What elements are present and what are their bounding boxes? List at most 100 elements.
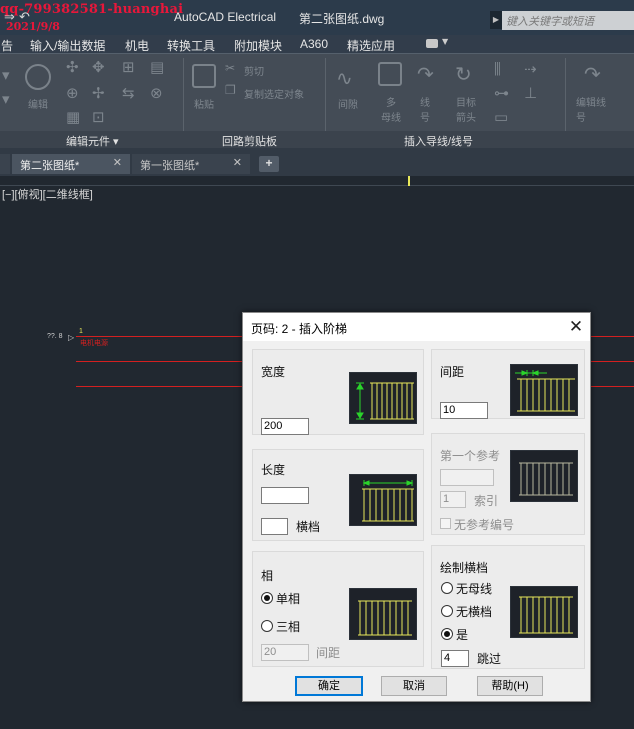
tab-label: 第一张图纸*: [140, 160, 200, 172]
reference-preview: [510, 450, 578, 502]
rung-start-arrow-icon: ▷: [68, 333, 75, 342]
help-button[interactable]: 帮助(H): [477, 676, 543, 696]
width-group: 宽度 200: [252, 349, 424, 435]
wire-number-icon[interactable]: ↷: [417, 64, 434, 84]
skip-field[interactable]: 4: [441, 650, 469, 667]
menu-item-addins[interactable]: 附加模块: [234, 37, 282, 54]
menu-item-featured-apps[interactable]: 精选应用: [347, 37, 395, 54]
no-reference-checkbox[interactable]: [440, 518, 451, 529]
multi-bus-label[interactable]: 多 母线: [380, 94, 402, 124]
gap-icon[interactable]: ∿: [336, 68, 353, 88]
ribbon-scroll-icon[interactable]: ▾: [2, 68, 10, 83]
first-reference-label: 第一个参考: [440, 449, 501, 463]
rungs-label: 横档: [296, 520, 321, 534]
no-rungs-label[interactable]: 无横档: [456, 603, 492, 620]
move-icon[interactable]: ✥: [92, 60, 105, 75]
cancel-button[interactable]: 取消: [381, 676, 447, 696]
close-icon[interactable]: ✕: [233, 156, 242, 169]
edit-label[interactable]: 编辑: [28, 96, 48, 111]
rung-number: 1: [79, 328, 83, 335]
target-arrow-label[interactable]: 目标 箭头: [456, 94, 476, 124]
gap-label[interactable]: 间隙: [338, 96, 358, 111]
spacing-label: 间距: [440, 365, 465, 379]
no-bus-radio[interactable]: [441, 582, 453, 594]
no-bus-label[interactable]: 无母线: [456, 580, 492, 597]
close-icon[interactable]: ✕: [565, 316, 587, 338]
single-phase-label[interactable]: 单相: [276, 590, 300, 607]
chevron-down-icon[interactable]: ▼: [442, 37, 448, 46]
three-phase-label[interactable]: 三相: [276, 618, 300, 635]
menu-item-report[interactable]: 告: [1, 37, 13, 54]
ribbon-toggle-icon[interactable]: [426, 39, 438, 48]
copy-component-icon[interactable]: ⊕: [66, 86, 79, 101]
length-preview-drawing: [362, 480, 414, 522]
toggle-icon[interactable]: ▤: [150, 60, 164, 75]
edit-wire-number-label[interactable]: 编辑线 号: [576, 94, 606, 124]
cross-wire-icon[interactable]: ⊶: [494, 86, 509, 101]
skip-label: 跳过: [477, 652, 502, 666]
menu-item-import-export[interactable]: 输入/输出数据: [30, 37, 105, 54]
tab-first-drawing[interactable]: 第一张图纸* ✕: [132, 154, 250, 174]
yes-label[interactable]: 是: [456, 626, 468, 643]
edit-component-icon[interactable]: [25, 64, 51, 90]
menu-item-electromechanical[interactable]: 机电: [125, 37, 149, 54]
tab-second-drawing[interactable]: 第二张图纸* ✕: [12, 154, 130, 174]
reference-preview-drawing: [519, 462, 573, 496]
menu-item-conversion-tools[interactable]: 转换工具: [167, 37, 215, 54]
panel-title-edit-components[interactable]: 编辑元件 ▾: [66, 133, 119, 149]
length-group: 长度 横档: [252, 449, 424, 541]
phase-label: 相: [261, 569, 274, 583]
width-preview: [349, 372, 417, 424]
spacing-field[interactable]: 10: [440, 402, 488, 419]
ribbon-panel-titles: 编辑元件 ▾ 回路剪贴板 插入导线/线号: [0, 131, 634, 148]
align-component-icon[interactable]: ▦: [66, 110, 80, 125]
copy-selected-icon[interactable]: ❐: [225, 84, 236, 96]
target-arrow-icon[interactable]: ↻: [455, 64, 472, 84]
spacing-preview-drawing: [515, 370, 575, 412]
phase-spacing-label: 间距: [316, 646, 341, 660]
no-rungs-radio[interactable]: [441, 605, 453, 617]
yes-radio[interactable]: [441, 628, 453, 640]
ok-button[interactable]: 确定: [295, 676, 363, 696]
cut-label[interactable]: 剪切: [244, 63, 264, 78]
retag-icon[interactable]: ⊗: [150, 86, 163, 101]
wire-component-icon[interactable]: ⊡: [92, 110, 105, 125]
scoot-icon[interactable]: ⇆: [122, 86, 135, 101]
first-reference-field[interactable]: [440, 469, 494, 486]
paste-icon[interactable]: [192, 64, 216, 88]
spacing-group: 间距 10: [431, 349, 585, 419]
length-field[interactable]: [261, 487, 309, 504]
panel-title-insert-wires: 插入导线/线号: [404, 136, 474, 148]
search-input[interactable]: 键入关键字或短语: [502, 11, 634, 30]
wire-style-icon[interactable]: ⇢: [524, 62, 537, 77]
menu-item-a360[interactable]: A360: [300, 37, 328, 51]
length-label: 长度: [261, 463, 286, 477]
gap-wire-icon[interactable]: ▭: [494, 110, 508, 125]
tee-wire-icon[interactable]: ⊥: [524, 86, 537, 101]
swap-icon[interactable]: ✣: [66, 60, 79, 75]
search-expand-icon[interactable]: ▶: [490, 11, 502, 29]
copy-selected-label[interactable]: 复制选定对象: [244, 86, 304, 101]
index-field[interactable]: 1: [440, 491, 466, 508]
phase-spacing-field[interactable]: 20: [261, 644, 309, 661]
ribbon-scroll-icon[interactable]: ▾: [2, 92, 10, 107]
tab-scroll-left-icon[interactable]: [0, 154, 10, 174]
phase-group: 相 单相 三相 20 间距: [252, 551, 424, 667]
edit-wire-number-icon[interactable]: ↷: [584, 64, 601, 84]
multi-bus-icon[interactable]: [378, 62, 402, 86]
delete-component-icon[interactable]: ✢: [92, 86, 105, 101]
close-icon[interactable]: ✕: [113, 156, 122, 169]
align-icon[interactable]: ⊞: [122, 60, 135, 75]
new-tab-button[interactable]: +: [259, 156, 279, 172]
rungs-field[interactable]: [261, 518, 288, 535]
viewport-controls[interactable]: [−][俯视][二维线框]: [2, 186, 93, 202]
three-phase-radio[interactable]: [261, 620, 273, 632]
draw-rungs-preview-drawing: [519, 596, 573, 634]
cut-icon[interactable]: ✂: [225, 62, 235, 74]
rung-description: 电机电源: [80, 340, 108, 347]
wire-number-label[interactable]: 线 号: [420, 94, 430, 124]
paste-label[interactable]: 粘贴: [194, 96, 214, 111]
wire-type-icon[interactable]: ⫼: [494, 62, 501, 77]
width-field[interactable]: 200: [261, 418, 309, 435]
single-phase-radio[interactable]: [261, 592, 273, 604]
